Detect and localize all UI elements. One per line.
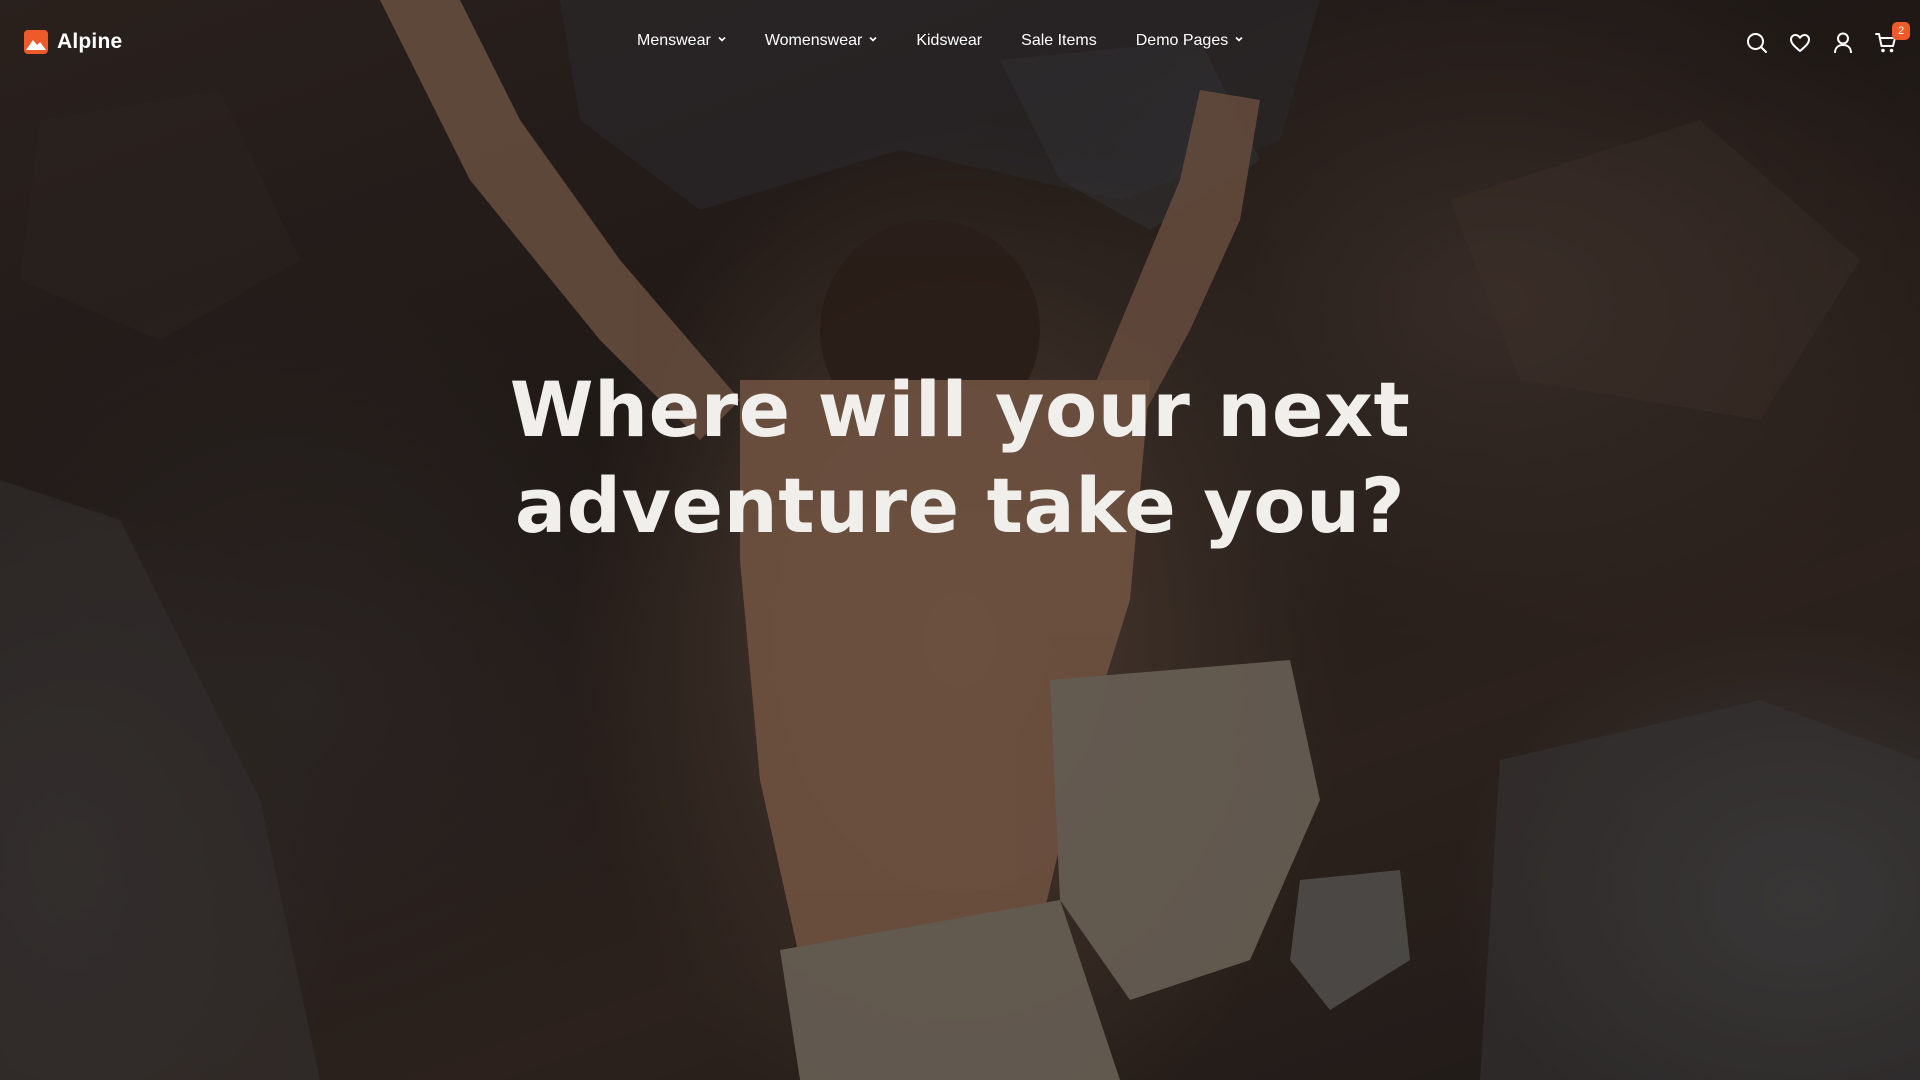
nav-item-label: Menswear <box>637 32 711 49</box>
heart-icon <box>1790 34 1810 52</box>
hero-headline-line2: adventure take you? <box>514 461 1406 550</box>
main-nav: Menswear Womenswear Kidswear Sale Items … <box>637 32 1282 50</box>
nav-item-menswear[interactable]: Menswear <box>637 32 726 50</box>
brand-logo-link[interactable]: Alpine <box>24 30 122 54</box>
nav-item-label: Womenswear <box>764 32 863 49</box>
header-icons: 2 <box>1745 22 1910 55</box>
chevron-down-icon <box>718 36 726 42</box>
user-icon <box>1834 32 1852 54</box>
wishlist-button[interactable] <box>1788 31 1812 55</box>
site-header: Alpine Menswear Womenswear Kidswear Sale… <box>0 0 1920 88</box>
nav-item-label: Sale Items <box>1021 32 1097 49</box>
hero-section: Alpine Menswear Womenswear Kidswear Sale… <box>0 0 1920 1080</box>
nav-item-label: Demo Pages <box>1135 32 1229 49</box>
search-icon <box>1747 33 1767 53</box>
hero-headline: Where will your next adventure take you? <box>0 362 1920 554</box>
cart-button[interactable]: 2 <box>1874 22 1910 55</box>
chevron-down-icon <box>1235 36 1243 42</box>
hero-headline-line1: Where will your next <box>509 365 1411 454</box>
account-button[interactable] <box>1831 31 1855 55</box>
nav-item-label: Kidswear <box>916 32 983 49</box>
chevron-down-icon <box>869 36 877 42</box>
nav-item-sale-items[interactable]: Sale Items <box>1021 32 1097 50</box>
nav-item-kidswear[interactable]: Kidswear <box>916 32 982 50</box>
mountain-logo-icon <box>24 30 48 54</box>
nav-item-womenswear[interactable]: Womenswear <box>765 32 878 50</box>
nav-item-demo-pages[interactable]: Demo Pages <box>1136 32 1244 50</box>
search-button[interactable] <box>1745 31 1769 55</box>
brand-name: Alpine <box>57 30 123 53</box>
cart-count-badge: 2 <box>1892 22 1910 40</box>
